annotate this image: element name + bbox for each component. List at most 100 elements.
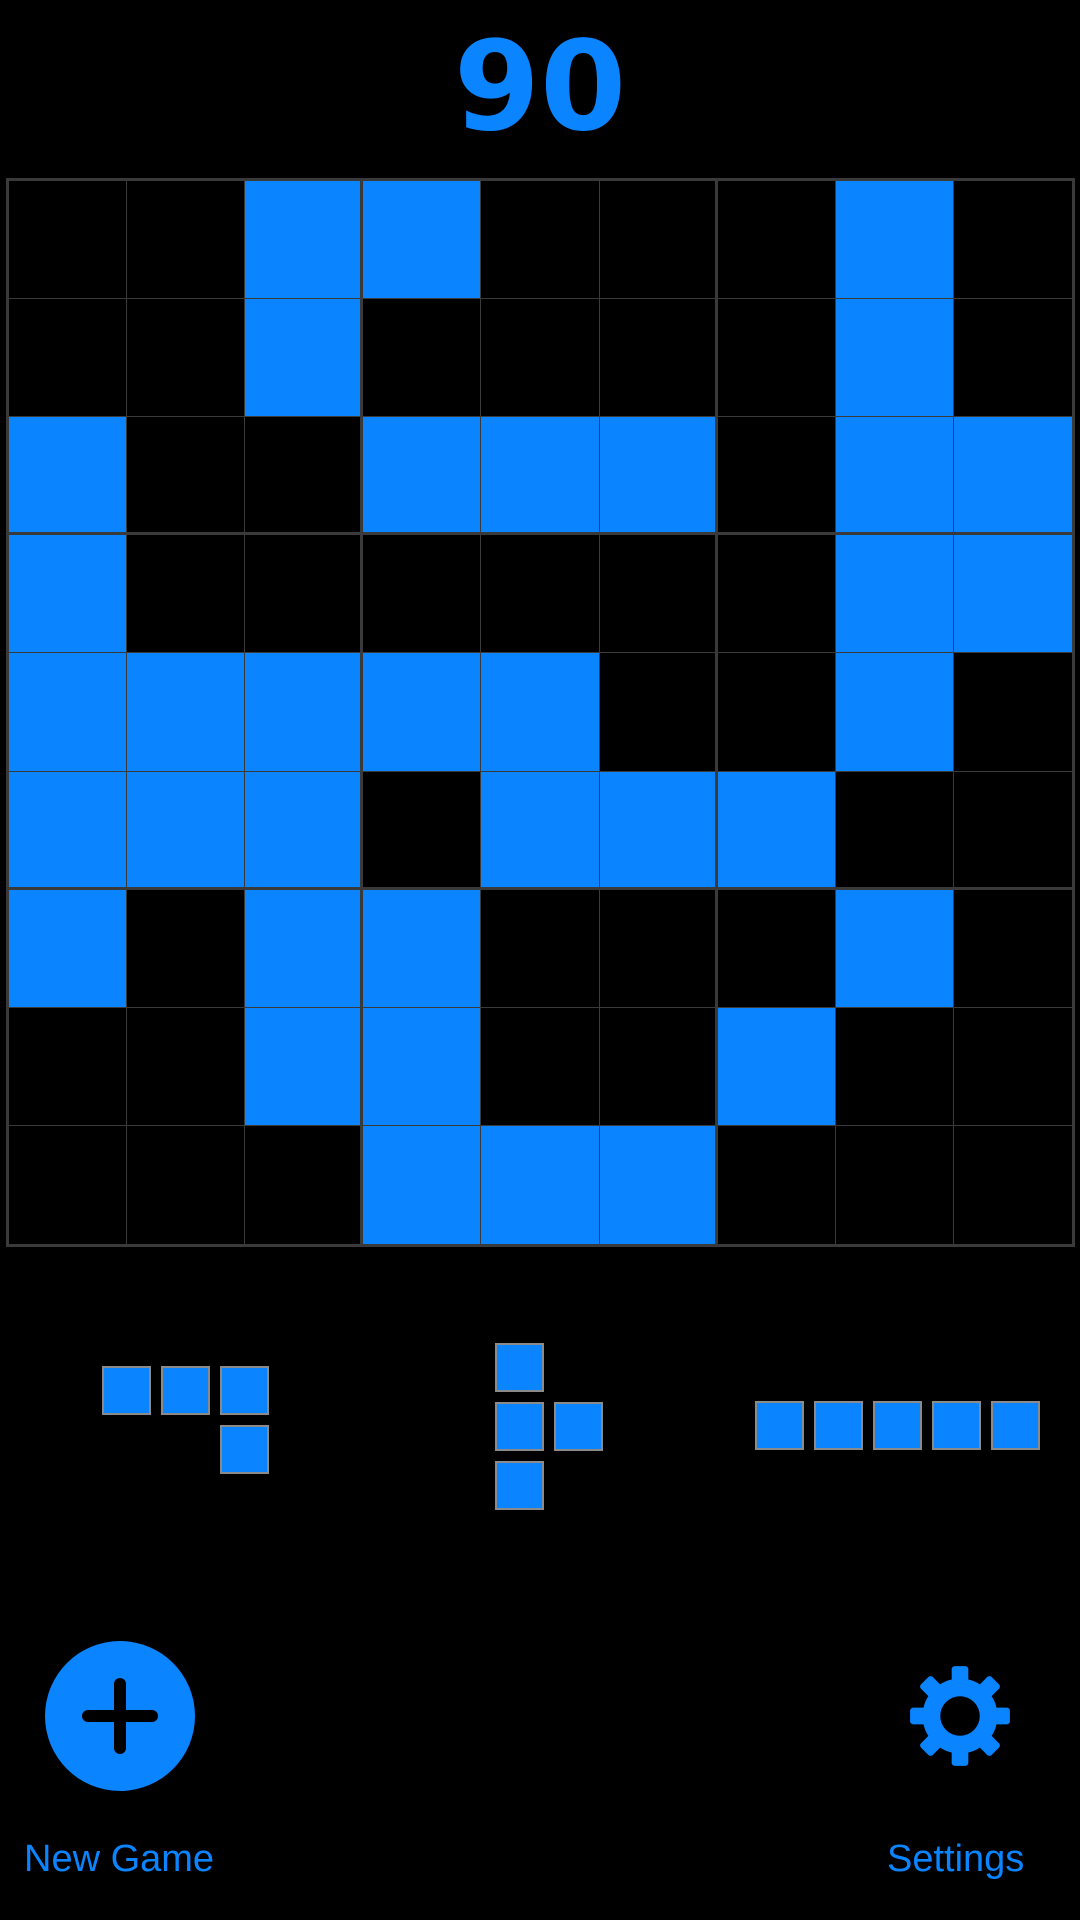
- board-cell-empty[interactable]: [9, 1125, 128, 1244]
- board-cell-empty[interactable]: [836, 1125, 954, 1244]
- board-cell-filled[interactable]: [9, 535, 128, 654]
- board-cell-empty[interactable]: [481, 535, 600, 654]
- new-game-label[interactable]: New Game: [24, 1838, 214, 1881]
- board-cell-filled[interactable]: [245, 1007, 364, 1126]
- board-cell-empty[interactable]: [835, 1007, 954, 1126]
- board-cell-empty[interactable]: [481, 889, 600, 1008]
- piece-block: [102, 1366, 151, 1415]
- board-cell-empty[interactable]: [127, 417, 246, 536]
- piece-block: [495, 1461, 544, 1510]
- board-cell-filled[interactable]: [835, 889, 954, 1008]
- board-cell-empty[interactable]: [835, 771, 954, 890]
- board-cell-filled[interactable]: [245, 181, 364, 300]
- board-cell-empty[interactable]: [127, 299, 246, 418]
- settings-label[interactable]: Settings: [887, 1838, 1024, 1881]
- board-cell-filled[interactable]: [835, 535, 954, 654]
- board-cell-empty[interactable]: [9, 299, 128, 418]
- board-cell-empty[interactable]: [599, 181, 718, 300]
- board-cell-empty[interactable]: [363, 535, 482, 654]
- piece-block: [554, 1402, 603, 1451]
- board-cell-empty[interactable]: [481, 1007, 600, 1126]
- piece-block: [755, 1401, 804, 1450]
- new-game-button[interactable]: [45, 1641, 195, 1791]
- board-cell-filled[interactable]: [835, 417, 954, 536]
- board-cell-filled[interactable]: [481, 653, 600, 772]
- board-cell-filled[interactable]: [363, 1007, 482, 1126]
- board-cell-filled[interactable]: [481, 417, 600, 536]
- board-cell-filled[interactable]: [9, 771, 128, 890]
- board-cell-filled[interactable]: [835, 299, 954, 418]
- piece-block: [991, 1401, 1040, 1450]
- score: 90: [453, 15, 627, 159]
- board-cell-filled[interactable]: [481, 771, 600, 890]
- board-cell-empty[interactable]: [717, 535, 836, 654]
- board-cell-filled[interactable]: [363, 653, 482, 772]
- piece-block: [161, 1366, 210, 1415]
- board-cell-empty[interactable]: [599, 889, 718, 1008]
- board-cell-filled[interactable]: [481, 1125, 600, 1244]
- piece-block: [220, 1425, 269, 1474]
- board-cell-empty[interactable]: [127, 1125, 246, 1244]
- board-cell-empty[interactable]: [718, 1125, 836, 1244]
- gear-icon[interactable]: [908, 1664, 1012, 1768]
- board-cell-filled[interactable]: [363, 417, 482, 536]
- board-cell-empty[interactable]: [717, 181, 836, 300]
- plus-icon: [82, 1678, 158, 1754]
- board-cell-empty[interactable]: [953, 653, 1072, 772]
- board-cell-empty[interactable]: [953, 181, 1072, 300]
- board-cell-empty[interactable]: [953, 1008, 1072, 1126]
- board-cell-empty[interactable]: [717, 299, 836, 418]
- board-cell-empty[interactable]: [363, 299, 482, 418]
- board-cell-empty[interactable]: [953, 890, 1072, 1008]
- board-cell-filled[interactable]: [9, 653, 128, 772]
- board-cell-filled[interactable]: [245, 299, 364, 418]
- board-cell-empty[interactable]: [599, 535, 718, 654]
- board-cell-empty[interactable]: [717, 653, 836, 772]
- board-cell-filled[interactable]: [127, 653, 246, 772]
- board-cell-empty[interactable]: [245, 417, 364, 536]
- board-cell-filled[interactable]: [245, 653, 364, 772]
- board-cell-empty[interactable]: [954, 1126, 1072, 1244]
- board-cell-empty[interactable]: [9, 181, 128, 300]
- board-cell-empty[interactable]: [717, 889, 836, 1008]
- board-cell-filled[interactable]: [953, 535, 1072, 654]
- piece-block: [814, 1401, 863, 1450]
- board-cell-empty[interactable]: [481, 299, 600, 418]
- board-cell-empty[interactable]: [953, 299, 1072, 418]
- board-cell-filled[interactable]: [9, 889, 128, 1008]
- board-cell-empty[interactable]: [599, 653, 718, 772]
- board-cell-filled[interactable]: [599, 771, 718, 890]
- board-cell-filled[interactable]: [835, 653, 954, 772]
- board-cell-filled[interactable]: [245, 771, 364, 890]
- board-cell-filled[interactable]: [363, 1125, 482, 1244]
- piece-block: [220, 1366, 269, 1415]
- game-board[interactable]: [6, 178, 1075, 1247]
- board-cell-filled[interactable]: [599, 1125, 718, 1244]
- board-cell-empty[interactable]: [481, 181, 600, 300]
- piece-block: [495, 1402, 544, 1451]
- board-cell-empty[interactable]: [127, 535, 246, 654]
- board-cell-empty[interactable]: [953, 772, 1072, 890]
- board-cell-empty[interactable]: [9, 1007, 128, 1126]
- board-cell-empty[interactable]: [127, 1007, 246, 1126]
- board-cell-empty[interactable]: [245, 1125, 364, 1244]
- board-cell-filled[interactable]: [953, 417, 1072, 536]
- board-cell-filled[interactable]: [245, 889, 364, 1008]
- board-cell-filled[interactable]: [835, 181, 954, 300]
- board-cell-empty[interactable]: [363, 771, 482, 890]
- board-cell-filled[interactable]: [717, 1007, 836, 1126]
- board-cell-empty[interactable]: [599, 1007, 718, 1126]
- board-cell-filled[interactable]: [363, 889, 482, 1008]
- board-cell-empty[interactable]: [127, 181, 246, 300]
- piece-block: [932, 1401, 981, 1450]
- board-cell-empty[interactable]: [599, 299, 718, 418]
- piece-block: [873, 1401, 922, 1450]
- board-cell-filled[interactable]: [717, 771, 836, 890]
- board-cell-filled[interactable]: [9, 417, 128, 536]
- board-cell-empty[interactable]: [717, 417, 836, 536]
- board-cell-filled[interactable]: [363, 181, 482, 300]
- board-cell-filled[interactable]: [127, 771, 246, 890]
- board-cell-filled[interactable]: [599, 417, 718, 536]
- board-cell-empty[interactable]: [245, 535, 364, 654]
- board-cell-empty[interactable]: [127, 889, 246, 1008]
